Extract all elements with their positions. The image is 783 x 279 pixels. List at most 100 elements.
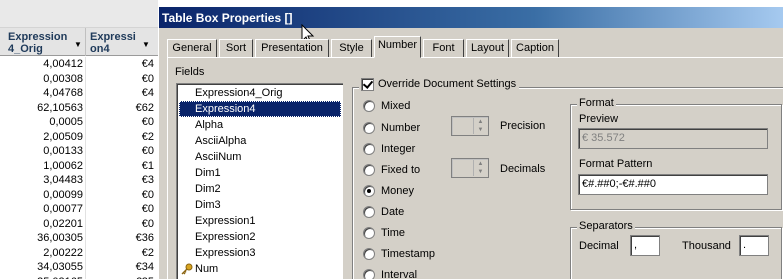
list-item[interactable]: Num	[179, 261, 341, 277]
tab-sort[interactable]: Sort	[219, 39, 253, 57]
table-row[interactable]: 0,00077 €0	[0, 202, 158, 217]
preview-label: Preview	[579, 113, 619, 125]
expression4-orig-cell: 0,02201	[0, 216, 86, 231]
radio-button[interactable]	[363, 100, 375, 112]
spin-down-icon[interactable]: ▼	[474, 126, 487, 134]
override-document-settings-label: Override Document Settings	[378, 78, 517, 90]
fields-listbox[interactable]: Expression4_Orig Expression4 Alpha AsciiAlp…	[176, 83, 343, 279]
precision-label: Precision	[500, 120, 546, 132]
list-item[interactable]: AsciiAlpha	[179, 133, 341, 149]
table-row[interactable]: 0,00308 €0	[0, 71, 158, 86]
table-row[interactable]: 36,00305 €36	[0, 231, 158, 246]
radio-button[interactable]	[363, 227, 375, 239]
spinner-buttons[interactable]: ▲ ▼	[473, 160, 487, 176]
list-item[interactable]: Expression2	[179, 229, 341, 245]
tab-layout[interactable]: Layout	[466, 39, 509, 57]
expression4-orig-cell: 4,04768	[0, 86, 86, 101]
list-item[interactable]: Expression3	[179, 245, 341, 261]
radio-button[interactable]	[363, 143, 375, 155]
radio-button[interactable]	[363, 185, 375, 197]
table-row[interactable]: 62,10563 €62	[0, 100, 158, 115]
radio-button[interactable]	[363, 248, 375, 260]
table-box-caption-strip	[0, 0, 158, 28]
list-item[interactable]: Dim2	[179, 181, 341, 197]
thousand-separator-label: Thousand	[682, 240, 731, 252]
checkbox-box[interactable]	[361, 77, 374, 91]
radio-label: Money	[381, 185, 415, 197]
radio-interval[interactable]: Interval	[363, 267, 417, 279]
table-row[interactable]: 0,00133 €0	[0, 144, 158, 159]
expression4-orig-cell: 62,10563	[0, 100, 86, 115]
table-row[interactable]: 2,00509 €2	[0, 129, 158, 144]
table-row[interactable]: 4,04768 €4	[0, 86, 158, 101]
table-row[interactable]: 2,00222 €2	[0, 245, 158, 260]
table-row[interactable]: 0,0005 €0	[0, 115, 158, 130]
radio-fixed-to[interactable]: Fixed to	[363, 162, 420, 178]
radio-label: Fixed to	[381, 164, 421, 176]
table-box-properties-dialog: Table Box Properties [] General Sort Prese…	[158, 6, 783, 279]
list-item[interactable]: Expression4	[179, 101, 341, 117]
tab-style[interactable]: Style	[331, 39, 372, 57]
radio-timestamp[interactable]: Timestamp	[363, 246, 435, 262]
spin-up-icon[interactable]: ▲	[474, 160, 487, 168]
column-header-expression4[interactable]: Expressi on4 ▼	[87, 28, 158, 56]
spinner-buttons[interactable]: ▲ ▼	[473, 118, 487, 134]
spin-up-icon[interactable]: ▲	[474, 118, 487, 126]
precision-spinner[interactable]: ▲ ▼	[451, 116, 489, 136]
table-row[interactable]: 1,00062 €1	[0, 158, 158, 173]
list-item[interactable]: Expression4_Orig	[179, 85, 341, 101]
radio-integer[interactable]: Integer	[363, 141, 415, 157]
expression4-orig-cell: 4,00412	[0, 57, 86, 72]
list-item[interactable]: Expression1	[179, 213, 341, 229]
table-row[interactable]: 34,03055 €34	[0, 260, 158, 275]
table-row[interactable]: 0,00099 €0	[0, 187, 158, 202]
decimals-spinner[interactable]: ▲ ▼	[451, 158, 489, 178]
radio-button[interactable]	[363, 164, 375, 176]
expression4-orig-cell: 0,00077	[0, 202, 86, 217]
list-item[interactable]: Alpha	[179, 117, 341, 133]
format-pattern-input[interactable]: €#.##0;-€#.##0	[578, 174, 768, 195]
tab-font[interactable]: Font	[423, 39, 464, 57]
radio-money[interactable]: Money	[363, 183, 414, 199]
title-bar[interactable]: Table Box Properties []	[159, 7, 783, 28]
list-item[interactable]: Dim1	[179, 165, 341, 181]
dialog-title: Table Box Properties []	[162, 11, 293, 25]
thousand-separator-input[interactable]: .	[739, 235, 769, 256]
radio-button[interactable]	[363, 122, 375, 134]
expression4-orig-cell: 1,00062	[0, 158, 86, 173]
dropdown-arrow-icon[interactable]: ▼	[142, 39, 150, 51]
tab-presentation[interactable]: Presentation	[255, 39, 329, 57]
table-row[interactable]: 3,04483 €3	[0, 173, 158, 188]
table-row[interactable]: 4,00412 €4	[0, 57, 158, 72]
expression4-orig-cell: 0,00099	[0, 187, 86, 202]
radio-date[interactable]: Date	[363, 204, 404, 220]
expression4-cell: €36	[135, 232, 154, 244]
tab-number[interactable]: Number	[374, 36, 421, 58]
list-item[interactable]: Dim3	[179, 197, 341, 213]
expression4-orig-cell: 34,03055	[0, 260, 86, 275]
radio-mixed[interactable]: Mixed	[363, 98, 410, 114]
table-row[interactable]: 0,02201 €0	[0, 216, 158, 231]
radio-button[interactable]	[363, 206, 375, 218]
override-document-settings-checkbox[interactable]: Override Document Settings	[359, 76, 520, 92]
radio-button[interactable]	[363, 269, 375, 279]
list-item-label: Expression1	[195, 215, 256, 227]
expression4-orig-cell: 2,00509	[0, 129, 86, 144]
decimal-separator-input[interactable]: ,	[630, 235, 660, 256]
list-item[interactable]: AsciiNum	[179, 149, 341, 165]
column-header-expression4-orig[interactable]: Expression 4_Orig ▼	[0, 28, 86, 56]
expression4-cell: €0	[141, 116, 154, 128]
list-item-label: Num	[195, 263, 219, 275]
expression4-orig-cell: 0,00308	[0, 71, 86, 86]
table-row[interactable]: 35,03165€35	[0, 274, 158, 279]
expression4-cell: €4	[141, 58, 154, 70]
radio-time[interactable]: Time	[363, 225, 405, 241]
tab-caption[interactable]: Caption	[511, 39, 559, 57]
tab-general[interactable]: General	[167, 39, 217, 57]
dropdown-arrow-icon[interactable]: ▼	[74, 39, 82, 51]
list-item-label: AsciiNum	[195, 151, 242, 163]
radio-number[interactable]: Number	[363, 120, 420, 136]
spin-down-icon[interactable]: ▼	[474, 168, 487, 176]
column-header-label: Expression 4_Orig	[8, 31, 68, 55]
table-header: Expression 4_Orig ▼ Expressi on4 ▼	[0, 28, 158, 56]
